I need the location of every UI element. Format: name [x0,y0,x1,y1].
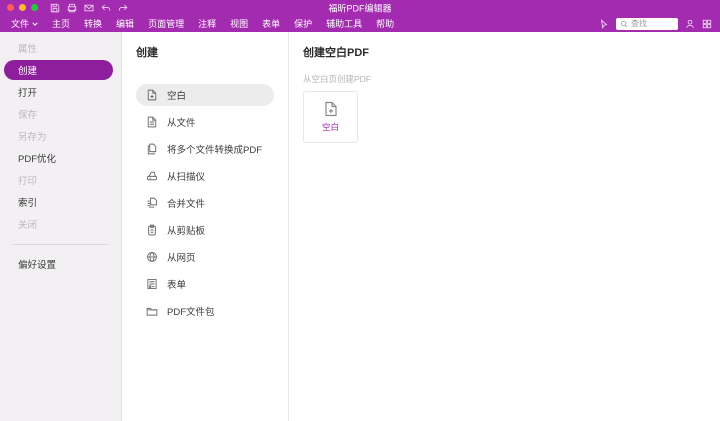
sidebar-item-pdf-optimize[interactable]: PDF优化 [0,148,121,168]
create-option-label: 将多个文件转换成PDF [167,145,263,156]
menu-protect[interactable]: 保护 [287,15,319,32]
create-option-label: 合并文件 [167,199,206,210]
create-panel: 创建 空白 从文件 将多个文件转换成PDF 从扫描仪 合并文件 从剪贴板 从网页… [122,32,289,421]
create-option-from-file[interactable]: 从文件 [136,111,274,133]
undo-icon[interactable] [101,3,111,13]
traffic-lights [7,4,38,11]
window-title: 福昕PDF编辑器 [328,3,392,13]
create-option-clipboard[interactable]: 从剪贴板 [136,219,274,241]
create-option-label: 空白 [167,91,187,102]
create-option-scanner[interactable]: 从扫描仪 [136,165,274,187]
sidebar-item-index[interactable]: 索引 [0,192,121,212]
create-option-portfolio[interactable]: PDF文件包 [136,300,274,322]
create-option-blank[interactable]: 空白 [136,84,274,106]
sidebar-item-save: 保存 [18,110,38,121]
detail-subtitle: 从空白页创建PDF [303,74,372,84]
form-icon [146,278,158,290]
sidebar-divider [12,244,109,245]
search-input[interactable]: 查找 [616,17,678,30]
redo-icon[interactable] [118,3,128,13]
sidebar-item-create[interactable]: 创建 [4,60,113,80]
menu-home[interactable]: 主页 [45,15,77,32]
menu-file[interactable]: 文件 [4,15,45,32]
new-page-icon [323,101,339,117]
save-icon[interactable] [50,3,60,13]
chevron-down-icon [32,21,38,27]
email-icon[interactable] [84,3,94,13]
combine-files-icon [146,197,158,209]
menubar: 文件 主页 转换 编辑 页面管理 注释 视图 表单 保护 辅助工具 帮助 查找 [0,15,720,32]
scanner-icon [146,170,158,182]
search-placeholder: 查找 [631,19,647,28]
sidebar-item-preferences[interactable]: 偏好设置 [0,254,121,274]
multiple-files-icon [146,143,158,155]
main-area: 属性 创建 打开 保存 另存为 PDF优化 打印 索引 关闭 偏好设置 创建 空… [0,32,720,421]
create-option-label: PDF文件包 [167,307,215,318]
search-icon [620,20,628,28]
menu-comment[interactable]: 注释 [191,15,223,32]
titlebar: 福昕PDF编辑器 [0,0,720,15]
create-option-label: 表单 [167,280,187,291]
sidebar-item-properties: 属性 [18,44,38,55]
menu-accessibility[interactable]: 辅助工具 [319,15,369,32]
quick-access-toolbar [50,3,128,13]
print-icon[interactable] [67,3,77,13]
menu-help[interactable]: 帮助 [369,15,401,32]
zoom-window-button[interactable] [31,4,38,11]
sidebar-item-open[interactable]: 打开 [0,82,121,102]
create-option-multiple-files[interactable]: 将多个文件转换成PDF [136,138,274,160]
blank-page-icon [146,89,158,101]
create-options-list: 空白 从文件 将多个文件转换成PDF 从扫描仪 合并文件 从剪贴板 从网页 表单… [136,84,274,322]
menu-page-organize[interactable]: 页面管理 [141,15,191,32]
sidebar-item-print: 打印 [18,176,38,187]
portfolio-icon [146,305,158,317]
menu-edit[interactable]: 编辑 [109,15,141,32]
create-option-label: 从扫描仪 [167,172,206,183]
clipboard-icon [146,224,158,236]
create-panel-title: 创建 [136,47,158,59]
minimize-window-button[interactable] [19,4,26,11]
menu-file-label: 文件 [11,19,30,29]
menu-view[interactable]: 视图 [223,15,255,32]
close-window-button[interactable] [7,4,14,11]
menu-convert[interactable]: 转换 [77,15,109,32]
app-window: 福昕PDF编辑器 文件 主页 转换 编辑 页面管理 注释 视图 表单 保护 辅助… [0,0,720,421]
detail-panel: 创建空白PDF 从空白页创建PDF 空白 [289,32,720,421]
create-option-form[interactable]: 表单 [136,273,274,295]
sidebar-item-save-as: 另存为 [18,132,47,143]
webpage-icon [146,251,158,263]
from-file-icon [146,116,158,128]
menu-form[interactable]: 表单 [255,15,287,32]
create-option-label: 从网页 [167,253,196,264]
user-account-icon[interactable] [685,19,695,29]
blank-card-label: 空白 [321,122,339,132]
sidebar-item-close: 关闭 [18,220,38,231]
file-sidebar: 属性 创建 打开 保存 另存为 PDF优化 打印 索引 关闭 偏好设置 [0,32,122,421]
apps-grid-icon[interactable] [702,19,712,29]
detail-title: 创建空白PDF [303,47,369,59]
create-option-label: 从剪贴板 [167,226,206,237]
create-option-label: 从文件 [167,118,196,129]
menubar-right: 查找 [599,17,712,30]
select-tool-icon[interactable] [599,18,609,29]
create-option-combine-files[interactable]: 合并文件 [136,192,274,214]
create-option-webpage[interactable]: 从网页 [136,246,274,268]
blank-pdf-card[interactable]: 空白 [303,91,358,143]
